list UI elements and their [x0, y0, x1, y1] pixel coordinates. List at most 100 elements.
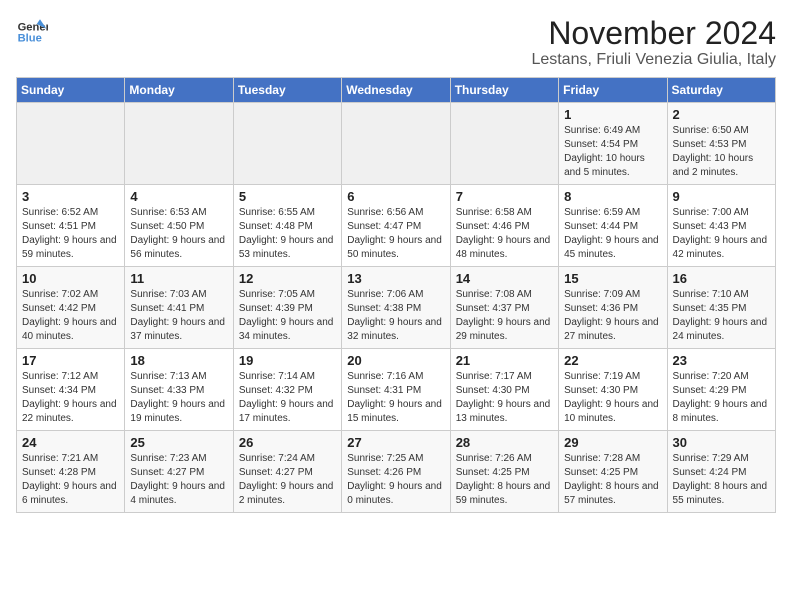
day-cell: 22 Sunrise: 7:19 AMSunset: 4:30 PMDayligh… [559, 349, 667, 431]
day-cell: 20 Sunrise: 7:16 AMSunset: 4:31 PMDayligh… [342, 349, 450, 431]
day-info: Sunrise: 7:24 AMSunset: 4:27 PMDaylight:… [239, 452, 336, 508]
day-number: 23 [673, 353, 770, 368]
day-number: 29 [564, 435, 661, 450]
col-header-wednesday: Wednesday [342, 78, 450, 103]
day-number: 5 [239, 189, 336, 204]
day-info: Sunrise: 7:05 AMSunset: 4:39 PMDaylight:… [239, 288, 336, 344]
day-cell: 24 Sunrise: 7:21 AMSunset: 4:28 PMDayligh… [17, 431, 125, 513]
week-row-3: 10Sunrise: 7:02 AMSunset: 4:42 PMDayligh… [17, 267, 776, 349]
location-title: Lestans, Friuli Venezia Giulia, Italy [531, 51, 776, 69]
day-number: 28 [456, 435, 553, 450]
day-cell: 12 Sunrise: 7:05 AMSunset: 4:39 PMDayligh… [233, 267, 341, 349]
day-cell: 14Sunrise: 7:08 AMSunset: 4:37 PMDayligh… [450, 267, 558, 349]
day-cell: 28 Sunrise: 7:26 AMSunset: 4:25 PMDayligh… [450, 431, 558, 513]
day-info: Sunrise: 6:50 AMSunset: 4:53 PMDaylight:… [673, 124, 770, 180]
col-header-sunday: Sunday [17, 78, 125, 103]
day-info: Sunrise: 7:23 AMSunset: 4:27 PMDaylight:… [130, 452, 227, 508]
day-cell [17, 103, 125, 185]
day-cell: 17Sunrise: 7:12 AMSunset: 4:34 PMDayligh… [17, 349, 125, 431]
day-number: 21 [456, 353, 553, 368]
day-number: 26 [239, 435, 336, 450]
day-cell [342, 103, 450, 185]
day-info: Sunrise: 6:53 AMSunset: 4:50 PMDaylight:… [130, 206, 227, 262]
day-cell: 23 Sunrise: 7:20 AMSunset: 4:29 PMDayligh… [667, 349, 775, 431]
col-header-thursday: Thursday [450, 78, 558, 103]
day-cell [450, 103, 558, 185]
day-info: Sunrise: 7:00 AMSunset: 4:43 PMDaylight:… [673, 206, 770, 262]
day-cell: 16 Sunrise: 7:10 AMSunset: 4:35 PMDayligh… [667, 267, 775, 349]
day-number: 14 [456, 271, 553, 286]
day-number: 11 [130, 271, 227, 286]
day-cell: 25 Sunrise: 7:23 AMSunset: 4:27 PMDayligh… [125, 431, 233, 513]
day-number: 13 [347, 271, 444, 286]
day-info: Sunrise: 7:10 AMSunset: 4:35 PMDaylight:… [673, 288, 770, 344]
week-row-5: 24 Sunrise: 7:21 AMSunset: 4:28 PMDayligh… [17, 431, 776, 513]
calendar-table: SundayMondayTuesdayWednesdayThursdayFrid… [16, 77, 776, 513]
day-info: Sunrise: 7:13 AMSunset: 4:33 PMDaylight:… [130, 370, 227, 426]
day-cell: 5 Sunrise: 6:55 AMSunset: 4:48 PMDaylight… [233, 185, 341, 267]
day-info: Sunrise: 7:28 AMSunset: 4:25 PMDaylight:… [564, 452, 661, 508]
day-info: Sunrise: 6:59 AMSunset: 4:44 PMDaylight:… [564, 206, 661, 262]
calendar-header-row: SundayMondayTuesdayWednesdayThursdayFrid… [17, 78, 776, 103]
day-info: Sunrise: 7:03 AMSunset: 4:41 PMDaylight:… [130, 288, 227, 344]
day-number: 2 [673, 107, 770, 122]
col-header-tuesday: Tuesday [233, 78, 341, 103]
logo: General Blue [16, 16, 48, 48]
day-number: 6 [347, 189, 444, 204]
week-row-4: 17Sunrise: 7:12 AMSunset: 4:34 PMDayligh… [17, 349, 776, 431]
day-cell: 11 Sunrise: 7:03 AMSunset: 4:41 PMDayligh… [125, 267, 233, 349]
col-header-saturday: Saturday [667, 78, 775, 103]
day-cell: 19 Sunrise: 7:14 AMSunset: 4:32 PMDayligh… [233, 349, 341, 431]
col-header-monday: Monday [125, 78, 233, 103]
day-cell: 15 Sunrise: 7:09 AMSunset: 4:36 PMDayligh… [559, 267, 667, 349]
day-number: 9 [673, 189, 770, 204]
page-header: General Blue November 2024 Lestans, Friu… [16, 16, 776, 69]
month-title: November 2024 [531, 16, 776, 51]
day-number: 1 [564, 107, 661, 122]
day-cell: 27Sunrise: 7:25 AMSunset: 4:26 PMDayligh… [342, 431, 450, 513]
col-header-friday: Friday [559, 78, 667, 103]
day-cell: 26 Sunrise: 7:24 AMSunset: 4:27 PMDayligh… [233, 431, 341, 513]
day-info: Sunrise: 7:06 AMSunset: 4:38 PMDaylight:… [347, 288, 444, 344]
day-number: 7 [456, 189, 553, 204]
day-info: Sunrise: 7:21 AMSunset: 4:28 PMDaylight:… [22, 452, 119, 508]
week-row-2: 3Sunrise: 6:52 AMSunset: 4:51 PMDaylight… [17, 185, 776, 267]
day-number: 16 [673, 271, 770, 286]
day-number: 30 [673, 435, 770, 450]
day-info: Sunrise: 6:52 AMSunset: 4:51 PMDaylight:… [22, 206, 119, 262]
day-cell: 6 Sunrise: 6:56 AMSunset: 4:47 PMDaylight… [342, 185, 450, 267]
day-number: 18 [130, 353, 227, 368]
day-info: Sunrise: 6:58 AMSunset: 4:46 PMDaylight:… [456, 206, 553, 262]
day-info: Sunrise: 7:26 AMSunset: 4:25 PMDaylight:… [456, 452, 553, 508]
day-cell: 9 Sunrise: 7:00 AMSunset: 4:43 PMDaylight… [667, 185, 775, 267]
day-number: 12 [239, 271, 336, 286]
day-number: 15 [564, 271, 661, 286]
day-number: 19 [239, 353, 336, 368]
day-cell: 13 Sunrise: 7:06 AMSunset: 4:38 PMDayligh… [342, 267, 450, 349]
day-cell: 21 Sunrise: 7:17 AMSunset: 4:30 PMDayligh… [450, 349, 558, 431]
day-info: Sunrise: 7:16 AMSunset: 4:31 PMDaylight:… [347, 370, 444, 426]
day-cell: 2 Sunrise: 6:50 AMSunset: 4:53 PMDaylight… [667, 103, 775, 185]
day-info: Sunrise: 7:09 AMSunset: 4:36 PMDaylight:… [564, 288, 661, 344]
day-info: Sunrise: 7:12 AMSunset: 4:34 PMDaylight:… [22, 370, 119, 426]
day-cell [125, 103, 233, 185]
day-info: Sunrise: 7:20 AMSunset: 4:29 PMDaylight:… [673, 370, 770, 426]
day-info: Sunrise: 7:17 AMSunset: 4:30 PMDaylight:… [456, 370, 553, 426]
day-cell: 1 Sunrise: 6:49 AMSunset: 4:54 PMDaylight… [559, 103, 667, 185]
day-info: Sunrise: 6:55 AMSunset: 4:48 PMDaylight:… [239, 206, 336, 262]
day-number: 8 [564, 189, 661, 204]
day-cell: 29 Sunrise: 7:28 AMSunset: 4:25 PMDayligh… [559, 431, 667, 513]
title-area: November 2024 Lestans, Friuli Venezia Gi… [531, 16, 776, 69]
day-number: 22 [564, 353, 661, 368]
day-info: Sunrise: 6:49 AMSunset: 4:54 PMDaylight:… [564, 124, 661, 180]
day-number: 25 [130, 435, 227, 450]
day-number: 24 [22, 435, 119, 450]
day-info: Sunrise: 7:14 AMSunset: 4:32 PMDaylight:… [239, 370, 336, 426]
day-cell: 10Sunrise: 7:02 AMSunset: 4:42 PMDayligh… [17, 267, 125, 349]
week-row-1: 1 Sunrise: 6:49 AMSunset: 4:54 PMDaylight… [17, 103, 776, 185]
day-number: 20 [347, 353, 444, 368]
day-info: Sunrise: 7:19 AMSunset: 4:30 PMDaylight:… [564, 370, 661, 426]
day-cell: 30Sunrise: 7:29 AMSunset: 4:24 PMDayligh… [667, 431, 775, 513]
day-info: Sunrise: 6:56 AMSunset: 4:47 PMDaylight:… [347, 206, 444, 262]
day-info: Sunrise: 7:02 AMSunset: 4:42 PMDaylight:… [22, 288, 119, 344]
